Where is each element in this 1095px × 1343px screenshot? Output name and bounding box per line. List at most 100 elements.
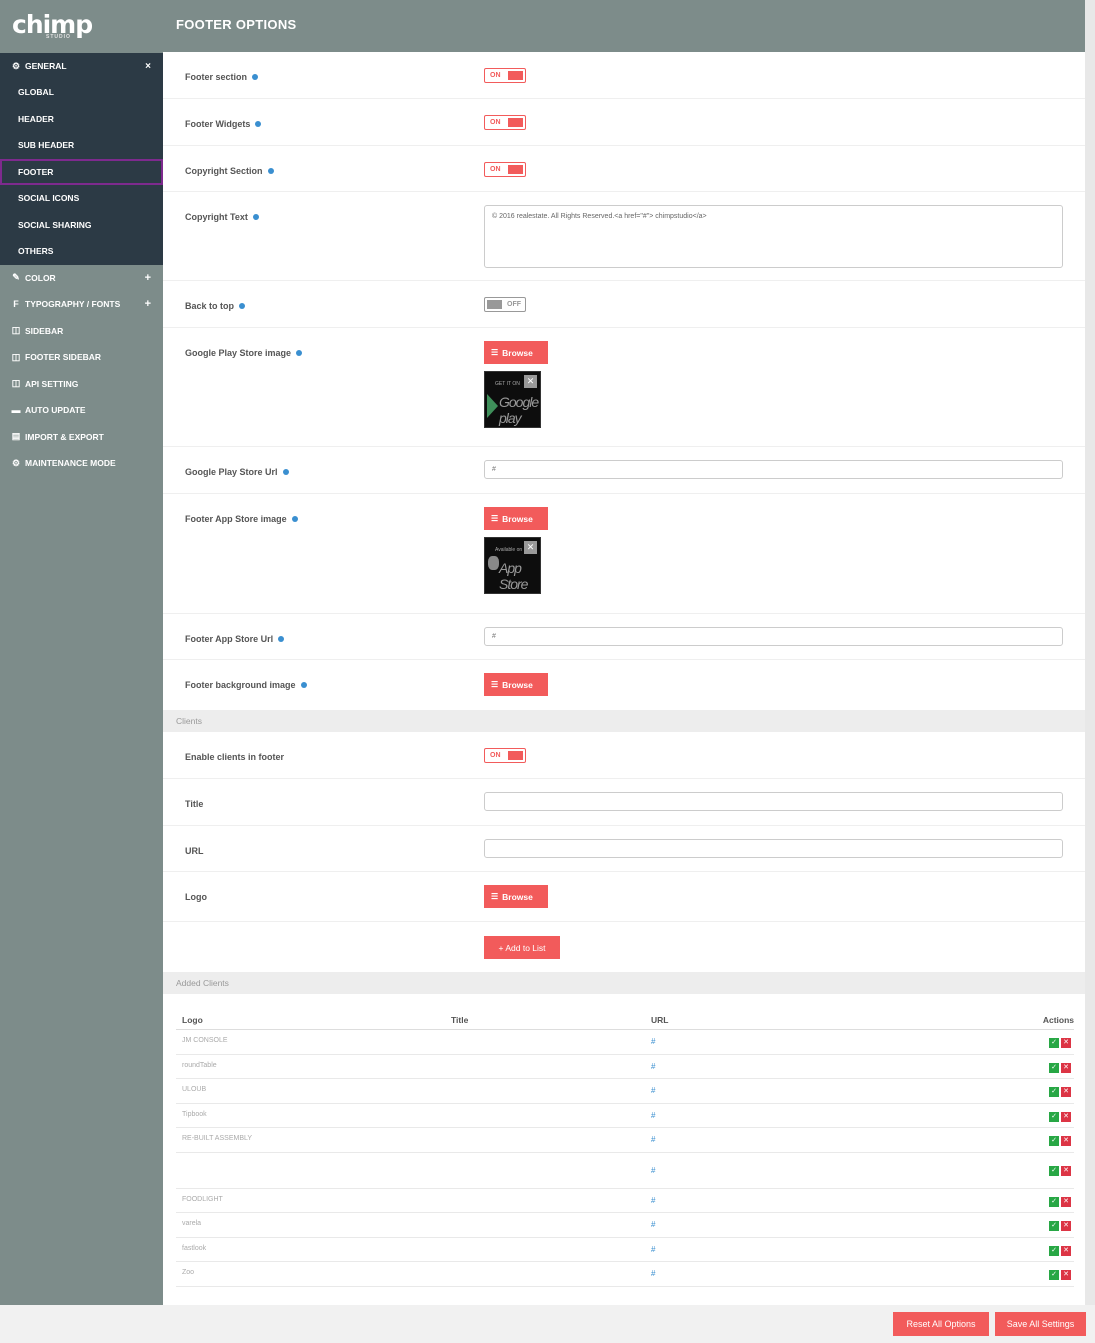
edit-icon[interactable]: ✓ xyxy=(1049,1136,1059,1146)
help-icon[interactable] xyxy=(252,214,259,220)
nav-sub-header[interactable]: HEADER xyxy=(0,106,163,133)
remove-image-icon[interactable]: ✕ xyxy=(524,375,537,388)
footer-widgets-toggle[interactable]: ON xyxy=(484,115,526,130)
nav-import-export[interactable]: ▤ IMPORT & EXPORT xyxy=(0,424,163,451)
client-title-input[interactable] xyxy=(484,792,1063,811)
delete-icon[interactable]: ✕ xyxy=(1061,1165,1071,1176)
client-url-link[interactable]: # xyxy=(651,1166,655,1175)
delete-icon[interactable]: ✕ xyxy=(1061,1087,1071,1097)
google-play-url-input[interactable]: # xyxy=(484,460,1063,479)
save-all-button[interactable]: Save All Settings xyxy=(995,1312,1086,1336)
client-url-link[interactable]: # xyxy=(651,1037,655,1046)
expand-icon[interactable]: + xyxy=(145,298,151,310)
nav-footer-sidebar[interactable]: ◫ FOOTER SIDEBAR xyxy=(0,344,163,371)
edit-icon[interactable]: ✓ xyxy=(1049,1165,1059,1176)
logo[interactable]: chimp STUDIO xyxy=(0,0,163,53)
row-google-play-image: Google Play Store image ☰ Browse GET IT O… xyxy=(163,328,1085,447)
row-google-play-url: Google Play Store Url # xyxy=(163,447,1085,494)
client-url-link[interactable]: # xyxy=(651,1086,655,1095)
delete-icon[interactable]: ✕ xyxy=(1061,1270,1071,1280)
client-url-link[interactable]: # xyxy=(651,1269,655,1278)
help-icon[interactable] xyxy=(296,350,303,356)
row-footer-section: Footer section ON xyxy=(163,52,1085,99)
app-store-browse-button[interactable]: ☰ Browse xyxy=(484,507,548,530)
client-logo: roundTable xyxy=(182,1061,217,1069)
enable-clients-toggle[interactable]: ON xyxy=(484,748,526,763)
play-triangle-icon xyxy=(487,394,498,418)
collapse-icon[interactable]: × xyxy=(145,61,151,72)
help-icon[interactable] xyxy=(278,636,285,642)
help-icon[interactable] xyxy=(252,74,259,80)
edit-icon[interactable]: ✓ xyxy=(1049,1221,1059,1231)
help-icon[interactable] xyxy=(291,516,298,522)
help-icon[interactable] xyxy=(282,469,289,475)
help-icon[interactable] xyxy=(255,121,262,127)
nav-sub-sub-header[interactable]: SUB HEADER xyxy=(0,132,163,159)
client-url-link[interactable]: # xyxy=(651,1135,655,1144)
delete-icon[interactable]: ✕ xyxy=(1061,1038,1071,1048)
client-url-link[interactable]: # xyxy=(651,1220,655,1229)
nav-sub-others[interactable]: OTHERS xyxy=(0,238,163,265)
nav-sub-social-sharing[interactable]: SOCIAL SHARING xyxy=(0,212,163,239)
edit-icon[interactable]: ✓ xyxy=(1049,1087,1059,1097)
help-icon[interactable] xyxy=(300,682,307,688)
table-row: # ✓ ✕ xyxy=(176,1153,1074,1189)
nav-api-setting-label: API SETTING xyxy=(25,378,79,389)
edit-icon[interactable]: ✓ xyxy=(1049,1111,1059,1122)
client-url-link[interactable]: # xyxy=(651,1111,655,1120)
help-icon[interactable] xyxy=(267,168,274,174)
copyright-section-toggle[interactable]: ON xyxy=(484,162,526,177)
google-play-thumbnail: GET IT ON Google play ✕ xyxy=(484,371,541,428)
nav-general-label: GENERAL xyxy=(25,61,67,71)
nav-maintenance-mode[interactable]: ⚙ MAINTENANCE MODE xyxy=(0,450,163,477)
row-app-store-image: Footer App Store image ☰ Browse Available… xyxy=(163,494,1085,614)
app-store-url-input[interactable]: # xyxy=(484,627,1063,646)
nav-api-setting[interactable]: ◫ API SETTING xyxy=(0,371,163,398)
delete-icon[interactable]: ✕ xyxy=(1061,1245,1071,1256)
google-play-browse-button[interactable]: ☰ Browse xyxy=(484,341,548,364)
delete-icon[interactable]: ✕ xyxy=(1061,1136,1071,1146)
nav-sidebar[interactable]: ◫ SIDEBAR xyxy=(0,318,163,345)
expand-icon[interactable]: + xyxy=(145,272,151,284)
table-row: roundTable # ✓ ✕ xyxy=(176,1055,1074,1079)
nav-color[interactable]: ✎ COLOR + xyxy=(0,265,163,292)
reset-all-button[interactable]: Reset All Options xyxy=(893,1312,989,1336)
nav-sub-footer[interactable]: FOOTER xyxy=(0,158,163,185)
client-url-link[interactable]: # xyxy=(651,1245,655,1254)
scrollbar[interactable] xyxy=(1085,0,1095,1305)
clients-section-header: Clients xyxy=(163,710,1085,732)
col-logo: Logo xyxy=(182,1015,203,1025)
nav-sub-global[interactable]: GLOBAL xyxy=(0,79,163,106)
client-url-link[interactable]: # xyxy=(651,1062,655,1071)
add-to-list-button[interactable]: + Add to List xyxy=(484,936,560,959)
footer-section-toggle[interactable]: ON xyxy=(484,68,526,83)
back-to-top-label: Back to top xyxy=(185,301,246,311)
client-url-input[interactable] xyxy=(484,839,1063,858)
remove-image-icon[interactable]: ✕ xyxy=(524,541,537,554)
delete-icon[interactable]: ✕ xyxy=(1061,1111,1071,1122)
edit-icon[interactable]: ✓ xyxy=(1049,1270,1059,1280)
footer-bg-browse-button[interactable]: ☰ Browse xyxy=(484,673,548,696)
back-to-top-toggle[interactable]: OFF xyxy=(484,297,526,312)
edit-icon[interactable]: ✓ xyxy=(1049,1038,1059,1048)
table-row: fastlook # ✓ ✕ xyxy=(176,1238,1074,1262)
nav-sub-social-icons[interactable]: SOCIAL ICONS xyxy=(0,185,163,212)
delete-icon[interactable]: ✕ xyxy=(1061,1221,1071,1231)
copyright-text-area[interactable]: © 2016 realestate. All Rights Reserved.<… xyxy=(484,205,1063,268)
client-url-link[interactable]: # xyxy=(651,1196,655,1205)
delete-icon[interactable]: ✕ xyxy=(1061,1196,1071,1207)
row-back-to-top: Back to top OFF xyxy=(163,281,1085,328)
edit-icon[interactable]: ✓ xyxy=(1049,1062,1059,1073)
table-row: RE-BUILT ASSEMBLY # ✓ ✕ xyxy=(176,1128,1074,1153)
client-logo: ULOUB xyxy=(182,1086,207,1093)
nav-auto-update[interactable]: ▬ AUTO UPDATE xyxy=(0,397,163,424)
nav-typography[interactable]: f TYPOGRAPHY / FONTS + xyxy=(0,291,163,318)
help-icon[interactable] xyxy=(239,303,246,309)
delete-icon[interactable]: ✕ xyxy=(1061,1062,1071,1073)
edit-icon[interactable]: ✓ xyxy=(1049,1245,1059,1256)
table-row: JM CONSOLE # ✓ ✕ xyxy=(176,1030,1074,1055)
list-icon: ☰ xyxy=(491,680,499,689)
edit-icon[interactable]: ✓ xyxy=(1049,1196,1059,1207)
client-logo-browse-button[interactable]: ☰ Browse xyxy=(484,885,548,908)
nav-general[interactable]: ⚙ GENERAL × xyxy=(0,53,163,79)
